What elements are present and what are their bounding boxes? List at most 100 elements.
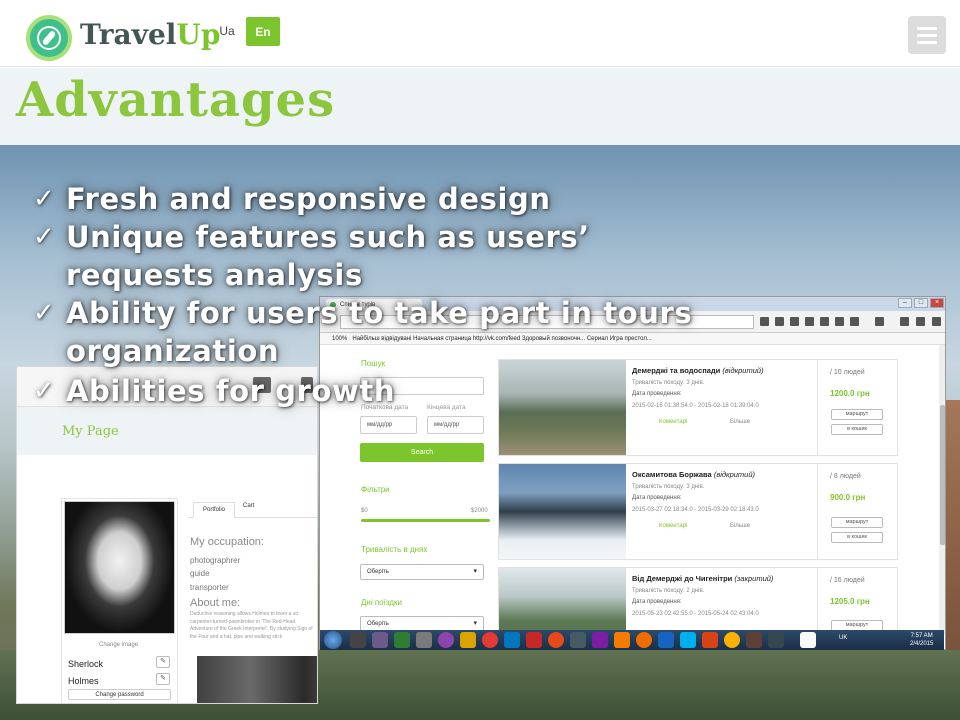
app-icon[interactable] <box>482 632 498 648</box>
occupation-item: guide <box>190 569 210 578</box>
scrollbar[interactable] <box>939 345 945 635</box>
zoom-level: 100% <box>332 336 348 342</box>
tour-image[interactable] <box>499 360 626 455</box>
bookmarks-items[interactable]: Найбільш відвідувані Начальная страница … <box>352 336 651 342</box>
tour-image[interactable] <box>499 464 626 559</box>
more-link[interactable]: Більше <box>730 523 750 529</box>
addon-icon[interactable] <box>900 317 909 326</box>
search-button[interactable]: Search <box>360 443 484 462</box>
tour-dates: 2015-05-23 02:42:55.0 - 2015-05-24 02:43… <box>632 611 759 617</box>
pocket-icon[interactable] <box>835 317 844 326</box>
firefox-icon[interactable] <box>636 632 652 648</box>
tour-title: Демерджі та водоспади (відкритий) <box>632 366 764 375</box>
app-icon[interactable] <box>570 632 586 648</box>
tour-price: 1200.0 грн <box>830 389 870 398</box>
tour-card[interactable]: Оксамитова Боржава (відкритий) Триваліст… <box>498 463 898 560</box>
close-icon[interactable]: × <box>930 298 944 308</box>
app-icon[interactable] <box>724 632 740 648</box>
edit-last-name-icon[interactable]: ✎ <box>156 673 170 685</box>
start-button-icon[interactable] <box>324 631 342 649</box>
end-date-input[interactable]: мм/дд/рр <box>427 416 484 434</box>
app-icon[interactable] <box>526 632 542 648</box>
adblock-icon[interactable] <box>875 317 884 326</box>
price-range-slider[interactable] <box>361 519 490 522</box>
app-icon[interactable] <box>504 632 520 648</box>
app-icon[interactable] <box>614 632 630 648</box>
app-icon[interactable] <box>416 632 432 648</box>
app-icon[interactable] <box>438 632 454 648</box>
my-page-title: My Page <box>62 424 119 439</box>
more-link[interactable]: Більше <box>730 419 750 425</box>
tour-date-label: Дата проведення: <box>632 599 682 605</box>
browser-url-bar <box>320 311 945 333</box>
tour-title: Від Демерджі до Чигенітри (закритий) <box>632 574 774 583</box>
star-icon[interactable] <box>760 317 769 326</box>
edit-first-name-icon[interactable]: ✎ <box>156 656 170 668</box>
windows-taskbar: UK 7:57 AM 2/4/2015 <box>320 630 944 650</box>
skype-icon[interactable] <box>680 632 696 648</box>
filters-label: Фільтри <box>361 485 390 494</box>
scrollbar-thumb[interactable] <box>940 405 945 545</box>
tour-duration: Тривалість походу: 3 днів. <box>632 380 705 386</box>
chat-icon[interactable] <box>916 317 925 326</box>
my-page-screenshot: My Page Change image Sherlock ✎ Holmes ✎… <box>16 366 318 704</box>
add-to-cart-button[interactable]: в кошик <box>831 532 883 543</box>
route-button[interactable]: маршрут <box>831 517 883 528</box>
range-max-label: $2000 <box>471 508 488 514</box>
start-date-input[interactable]: мм/дд/рр <box>360 416 417 434</box>
app-icon[interactable] <box>658 632 674 648</box>
browser-tab[interactable]: Список турів <box>326 299 422 311</box>
tour-dates: 2015-03-27 02:18:34.0 - 2015-03-29 02:18… <box>632 507 759 513</box>
users-icon <box>253 377 271 393</box>
maximize-icon[interactable]: □ <box>914 298 928 308</box>
duration-select[interactable]: Оберіть <box>360 564 484 580</box>
trip-days-label: Дні поїздки <box>361 598 402 607</box>
hamburger-menu-icon[interactable] <box>908 16 946 54</box>
duration-label: Тривалість в днях <box>361 545 428 554</box>
comments-link[interactable]: Коментарі <box>659 523 687 529</box>
language-en-button[interactable]: En <box>246 17 280 46</box>
search-input[interactable] <box>360 377 484 395</box>
tab-cart[interactable]: Cart <box>243 503 254 509</box>
menu-icon[interactable] <box>932 317 941 326</box>
change-password-button[interactable]: Change password <box>68 689 171 700</box>
portfolio-thumbnails[interactable] <box>197 656 317 703</box>
app-icon[interactable] <box>350 632 366 648</box>
app-icon[interactable] <box>592 632 608 648</box>
comments-link[interactable]: Коментарі <box>659 419 687 425</box>
system-clock[interactable]: 7:57 AM 2/4/2015 <box>910 632 933 648</box>
app-icon[interactable] <box>746 632 762 648</box>
minimize-icon[interactable]: – <box>898 298 912 308</box>
tour-duration: Тривалість походу: 2 днів. <box>632 588 705 594</box>
route-button[interactable]: маршрут <box>831 409 883 420</box>
occupation-heading: My occupation: <box>190 536 264 548</box>
range-min-label: $0 <box>361 508 368 514</box>
tour-list-screenshot: Список турів – □ × 100% Найбільш відвіду… <box>319 296 946 650</box>
add-to-cart-button[interactable]: в кошик <box>831 424 883 435</box>
tour-people: / 10 людей <box>830 369 865 376</box>
tab-portfolio[interactable]: Portfolio <box>193 502 235 518</box>
start-date-label: Початкова дата <box>361 404 409 411</box>
download-icon[interactable] <box>790 317 799 326</box>
change-image-link[interactable]: Change image <box>99 642 138 648</box>
keyboard-language[interactable]: UK <box>839 635 847 641</box>
app-icon[interactable] <box>548 632 564 648</box>
app-icon[interactable] <box>800 632 816 648</box>
brand-name[interactable]: TravelUp <box>80 18 220 51</box>
bookmarks-bar[interactable]: 100% Найбільш відвідувані Начальная стра… <box>320 333 945 345</box>
app-icon[interactable] <box>394 632 410 648</box>
home-icon[interactable] <box>805 317 814 326</box>
send-icon[interactable] <box>820 317 829 326</box>
language-ua-button[interactable]: Ua <box>214 17 240 45</box>
clipboard-icon[interactable] <box>775 317 784 326</box>
tour-card[interactable]: Демерджі та водоспади (відкритий) Тривал… <box>498 359 898 456</box>
app-icon[interactable] <box>768 632 784 648</box>
address-input[interactable] <box>340 315 754 329</box>
top-header: TravelUp Ua En <box>0 0 960 67</box>
compass-logo-icon[interactable] <box>26 15 72 61</box>
extension-icon[interactable] <box>850 317 859 326</box>
app-icon[interactable] <box>460 632 476 648</box>
app-icon[interactable] <box>372 632 388 648</box>
powerpoint-icon[interactable] <box>702 632 718 648</box>
divider <box>817 360 818 455</box>
